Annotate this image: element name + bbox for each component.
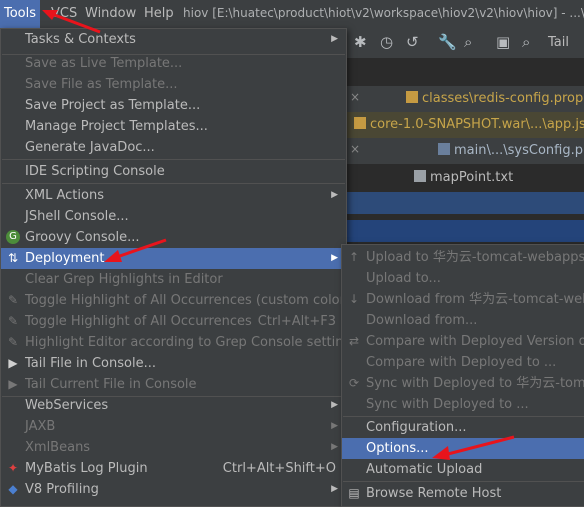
- sync-icon: ⟳: [348, 376, 360, 390]
- menu-item-v8-profiling[interactable]: ◆ V8 Profiling ▶: [1, 479, 346, 500]
- search-icon[interactable]: ⌕: [464, 33, 472, 51]
- submenu-item-browse-remote-host[interactable]: ▤ Browse Remote Host: [342, 483, 584, 504]
- submenu-item-sync-deployed-huawei[interactable]: ⟳ Sync with Deployed to 华为云-tomcat-: [342, 373, 584, 394]
- menu-tools-label: Tools: [4, 6, 37, 21]
- tab-redis-config[interactable]: classes\redis-config.prop: [406, 86, 583, 112]
- menu-item-tail-current-file[interactable]: ▶ Tail Current File in Console: [1, 374, 346, 395]
- submenu-arrow-icon: ▶: [331, 190, 338, 200]
- menu-item-clear-grep-highlights[interactable]: Clear Grep Highlights in Editor: [1, 269, 346, 290]
- selected-line-2: [346, 220, 584, 242]
- menu-vcs[interactable]: VCS: [51, 6, 77, 21]
- tail-label[interactable]: Tail: [548, 35, 569, 50]
- close-icon[interactable]: ×: [350, 90, 360, 104]
- file-icon: [406, 91, 418, 103]
- menu-item-tail-file[interactable]: ▶ Tail File in Console...: [1, 353, 346, 374]
- menu-item-generate-javadoc[interactable]: Generate JavaDoc...: [1, 137, 346, 158]
- submenu-item-upload-to[interactable]: Upload to...: [342, 268, 584, 289]
- tab-sysconfig[interactable]: main\...\sysConfig.prop: [438, 138, 584, 164]
- tab-strip-4: mapPoint.txt: [346, 164, 584, 192]
- groovy-icon: G: [6, 230, 20, 244]
- submenu-arrow-icon: ▶: [331, 400, 338, 410]
- compare-icon: ⇄: [348, 334, 360, 348]
- submenu-item-download-from[interactable]: Download from...: [342, 310, 584, 331]
- menu-item-tasks-contexts[interactable]: Tasks & Contexts ▶: [1, 29, 346, 50]
- menu-item-groovy-console[interactable]: G Groovy Console...: [1, 227, 346, 248]
- separator: [343, 481, 584, 482]
- highlight-pen-icon: ✎: [7, 293, 19, 307]
- highlight-pen-icon: ✎: [7, 314, 19, 328]
- menu-help[interactable]: Help: [144, 6, 174, 21]
- window-title: hiov [E:\huatec\product\hiot\v2\workspac…: [183, 6, 584, 20]
- submenu-item-compare-deployed-huawei[interactable]: ⇄ Compare with Deployed Version on 华: [342, 331, 584, 352]
- tail-icon[interactable]: ⌕: [522, 33, 530, 51]
- submenu-item-sync-deployed[interactable]: Sync with Deployed to ...: [342, 394, 584, 415]
- menu-item-jshell-console[interactable]: JShell Console...: [1, 206, 346, 227]
- deployment-submenu: ↑ Upload to 华为云-tomcat-webapps2 Upload t…: [341, 244, 584, 507]
- tab-strip-1: × classes\redis-config.prop: [346, 86, 584, 112]
- submenu-item-upload-to-huawei[interactable]: ↑ Upload to 华为云-tomcat-webapps2: [342, 247, 584, 268]
- play-icon: ▶: [8, 377, 18, 391]
- menu-item-mybatis-log-plugin[interactable]: ✦ MyBatis Log Plugin Ctrl+Alt+Shift+O: [1, 458, 346, 479]
- terminal-icon[interactable]: ▣: [496, 33, 510, 51]
- submenu-item-automatic-upload[interactable]: Automatic Upload: [342, 459, 584, 480]
- separator: [2, 159, 345, 160]
- debug-icon[interactable]: ✱: [354, 33, 367, 51]
- submenu-arrow-icon: ▶: [331, 253, 338, 263]
- text-file-icon: [414, 170, 426, 182]
- menu-item-deployment[interactable]: ⇅ Deployment ▶: [1, 248, 346, 269]
- menu-item-highlight-grep-settings[interactable]: ✎ Highlight Editor according to Grep Con…: [1, 332, 359, 353]
- submenu-item-download-from-huawei[interactable]: ↓ Download from 华为云-tomcat-webap: [342, 289, 584, 310]
- mybatis-bird-icon: ✦: [7, 461, 19, 475]
- undo-icon[interactable]: ↺: [406, 33, 419, 51]
- menu-item-save-file-template[interactable]: Save File as Template...: [1, 74, 346, 95]
- deployment-icon: ⇅: [7, 251, 19, 265]
- menu-item-save-live-template[interactable]: Save as Live Template...: [1, 53, 346, 74]
- menu-bar: Tools VCS Window Help hiov [E:\huatec\pr…: [0, 0, 584, 29]
- close-icon[interactable]: ×: [350, 142, 360, 156]
- menu-window[interactable]: Window: [85, 6, 136, 21]
- menu-item-toggle-highlight-custom[interactable]: ✎ Toggle Highlight of All Occurrences (c…: [1, 290, 350, 311]
- menu-tools[interactable]: Tools: [0, 0, 41, 28]
- history-icon[interactable]: ◷: [380, 33, 393, 51]
- submenu-arrow-icon: ▶: [331, 442, 338, 452]
- tools-menu: Tasks & Contexts ▶ Save as Live Template.…: [0, 28, 359, 507]
- submenu-item-compare-deployed[interactable]: Compare with Deployed to ...: [342, 352, 584, 373]
- tab-strip-3: × main\...\sysConfig.prop: [346, 138, 584, 164]
- properties-file-icon: [438, 143, 450, 155]
- download-icon: ↓: [348, 292, 360, 306]
- submenu-arrow-icon: ▶: [331, 421, 338, 431]
- selected-line-1: [346, 192, 584, 214]
- menu-item-xml-actions[interactable]: XML Actions ▶: [1, 185, 346, 206]
- submenu-item-configuration[interactable]: Configuration...: [342, 417, 584, 438]
- menu-item-toggle-highlight[interactable]: ✎ Toggle Highlight of All Occurrences Ct…: [1, 311, 346, 332]
- submenu-arrow-icon: ▶: [331, 484, 338, 494]
- tab-app-js[interactable]: core-1.0-SNAPSHOT.war\...\app.js: [354, 112, 584, 138]
- play-icon: ▶: [8, 356, 18, 370]
- highlight-pen-icon: ✎: [7, 335, 19, 349]
- submenu-arrow-icon: ▶: [331, 34, 338, 44]
- menu-item-save-project-template[interactable]: Save Project as Template...: [1, 95, 346, 116]
- v8-profiling-icon: ◆: [8, 482, 18, 496]
- menu-item-manage-project-templates[interactable]: Manage Project Templates...: [1, 116, 346, 137]
- submenu-item-options[interactable]: Options...: [342, 438, 584, 459]
- tab-mappoint[interactable]: mapPoint.txt: [414, 165, 513, 191]
- remote-host-icon: ▤: [348, 486, 360, 500]
- js-file-icon: [354, 117, 366, 129]
- upload-icon: ↑: [348, 250, 360, 264]
- tab-strip-2: core-1.0-SNAPSHOT.war\...\app.js: [346, 112, 584, 138]
- menu-item-xmlbeans[interactable]: XmlBeans ▶: [1, 437, 346, 458]
- separator: [2, 183, 345, 184]
- wrench-icon[interactable]: 🔧: [438, 33, 457, 51]
- menu-item-ide-scripting-console[interactable]: IDE Scripting Console: [1, 161, 346, 182]
- menu-item-jaxb[interactable]: JAXB ▶: [1, 416, 346, 437]
- menu-item-webservices[interactable]: WebServices ▶: [1, 395, 346, 416]
